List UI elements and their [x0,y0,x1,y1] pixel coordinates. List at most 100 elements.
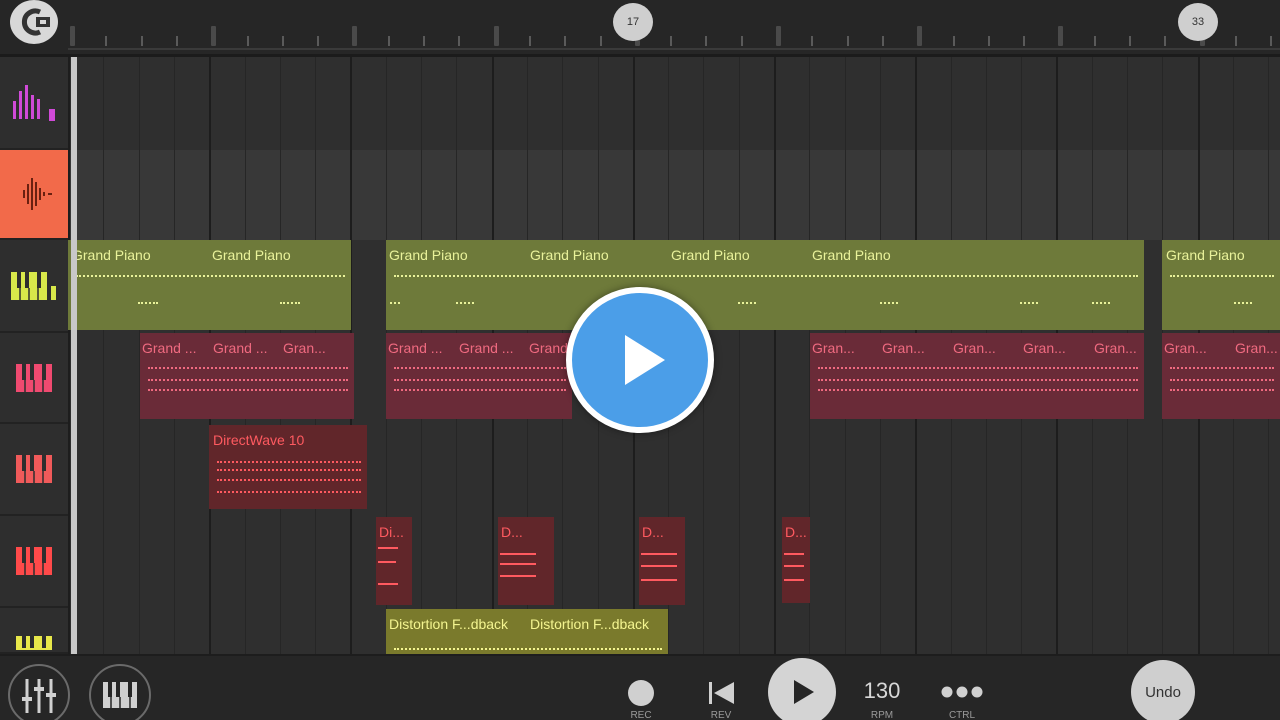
track-header-distortion[interactable] [0,608,68,654]
app-logo-icon[interactable] [10,0,58,44]
clip-grand-piano[interactable]: Grand Piano Grand Piano [68,240,351,330]
transport-bar: REC REV 130 RPM CTRL Undo [0,654,1280,720]
record-label: REC [630,710,652,720]
ruler-tick [811,36,814,46]
track-header-mixer[interactable] [0,57,68,150]
note-row [784,553,804,555]
ruler-tick [1023,36,1026,46]
clip-grand-piano-2[interactable]: Grand ... Grand ... Grand [386,333,572,419]
note-row [394,379,566,381]
rewind-label: REV [710,710,732,720]
record-button[interactable] [628,680,654,706]
ruler-tick [423,36,425,46]
clip-drum[interactable]: D... [639,517,685,605]
playhead[interactable] [71,57,77,654]
note-row [1170,275,1274,277]
note-row [148,389,348,391]
track-header-directwave[interactable] [0,424,68,516]
keyboard-icon [16,363,52,392]
note-row [394,275,1138,277]
track-header-audio[interactable] [0,150,68,240]
note-row [1020,302,1038,304]
grid-line [68,57,70,654]
clip-drum[interactable]: D... [782,517,810,603]
note-row [1170,367,1274,369]
ruler-tick [1164,36,1167,46]
undo-button[interactable]: Undo [1131,660,1195,720]
note-row [148,367,348,369]
note-row [394,648,662,650]
bar-marker-17[interactable]: 17 [613,3,653,41]
note-row [818,367,1138,369]
keyboard-icon [16,547,52,575]
track-header-piano-2[interactable] [0,333,68,424]
clip-title: Grand ... [459,340,514,356]
rewind-button[interactable] [704,678,738,708]
note-row [378,547,398,549]
note-row [280,302,300,304]
note-row [1234,302,1252,304]
clip-drum[interactable]: Di... [376,517,412,605]
play-button[interactable] [768,658,836,720]
note-row [500,575,536,577]
note-row [148,379,348,381]
clip-title: Grand Piano [72,247,151,263]
clip-grand-piano[interactable]: Grand Piano [1162,240,1280,330]
video-play-button[interactable] [566,287,714,433]
ruler-tick [1234,36,1237,46]
ruler-tick [317,36,320,46]
clip-drum[interactable]: D... [498,517,554,605]
keyboard-icon [16,455,52,483]
timeline-ruler[interactable]: 17 33 [0,0,1280,57]
clip-directwave[interactable]: DirectWave 10 [209,425,367,509]
track-header-grand-piano[interactable] [0,240,68,333]
bpm-value[interactable]: 130 [856,678,908,704]
clip-title: Gran... [882,340,925,356]
note-row [378,561,396,563]
mixer-bars-icon [13,84,55,121]
ruler-tick [211,26,217,46]
skip-back-icon [709,682,734,704]
clip-title: Grand Piano [1166,247,1245,263]
track-header-drums[interactable] [0,516,68,608]
note-row [738,302,756,304]
ctrl-button[interactable] [938,682,986,702]
ruler-tick [281,36,284,46]
clip-title: Grand ... [142,340,197,356]
note-row [500,553,536,555]
ruler-tick [175,36,178,46]
clip-title: Grand Piano [530,247,609,263]
clip-grand-piano-2[interactable]: Grand ... Grand ... Gran... [140,333,354,419]
clip-distortion[interactable]: Distortion F...dback Distortion F...dbac… [386,609,668,654]
clip-title: Gran... [953,340,996,356]
ruler-baseline [68,48,1280,50]
note-row [784,565,804,567]
note-row [641,553,677,555]
ruler-tick [1270,36,1273,46]
clip-title: Gran... [1023,340,1066,356]
clip-grand-piano-2[interactable]: Gran... Gran... Gran... Gran... Gran... [810,333,1144,419]
keyboard-icon [16,636,52,650]
ruler-tick [881,36,884,46]
bar-marker-33[interactable]: 33 [1178,3,1218,41]
note-row [641,579,677,581]
note-row [217,491,361,493]
piano-roll-button[interactable] [89,664,151,720]
ruler-tick [140,36,143,46]
note-row [456,302,474,304]
clip-title: D... [642,524,664,540]
ruler-tick [387,36,390,46]
clip-title: Distortion F...dback [389,616,509,632]
ruler-tick [917,26,923,46]
clip-title: Gran... [1235,340,1278,356]
clip-grand-piano-2[interactable]: Gran... Gran... [1162,333,1280,419]
note-row [390,302,400,304]
clip-title: Gran... [812,340,855,356]
note-row [138,302,158,304]
clip-title: Grand Piano [212,247,291,263]
grid-line [738,57,740,654]
clip-grand-piano[interactable]: Grand Piano Grand Piano Grand Piano Gran… [386,240,1144,330]
mixer-button[interactable] [8,664,70,720]
ruler-tick [599,36,602,46]
note-row [784,579,804,581]
